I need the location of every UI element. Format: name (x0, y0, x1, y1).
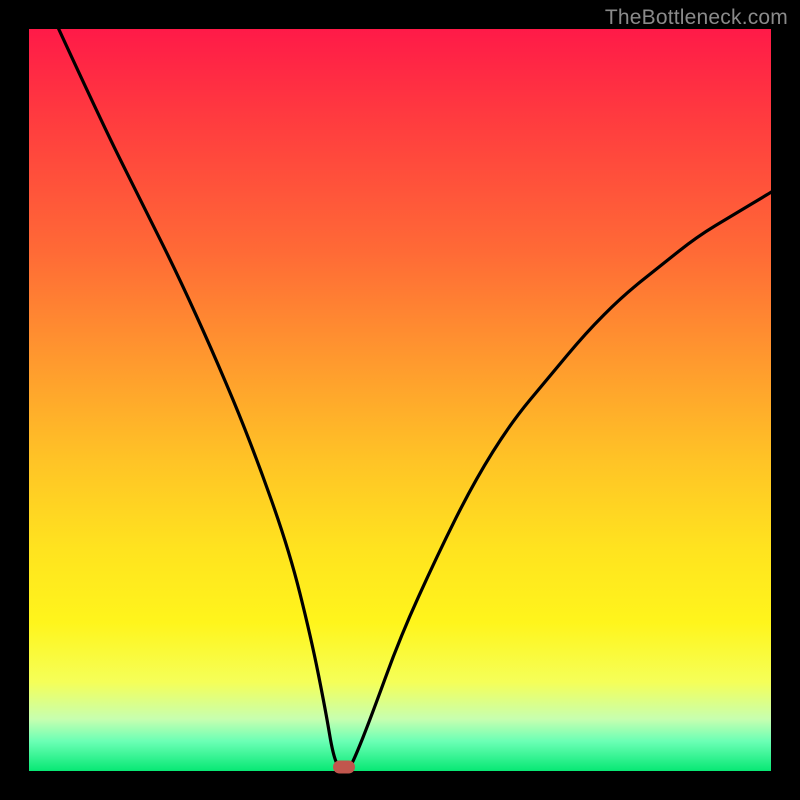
plot-area (29, 29, 771, 771)
bottleneck-curve (29, 29, 771, 771)
optimum-marker (333, 761, 355, 774)
curve-path (59, 29, 771, 771)
watermark-text: TheBottleneck.com (605, 6, 788, 30)
chart-frame: TheBottleneck.com (0, 0, 800, 800)
